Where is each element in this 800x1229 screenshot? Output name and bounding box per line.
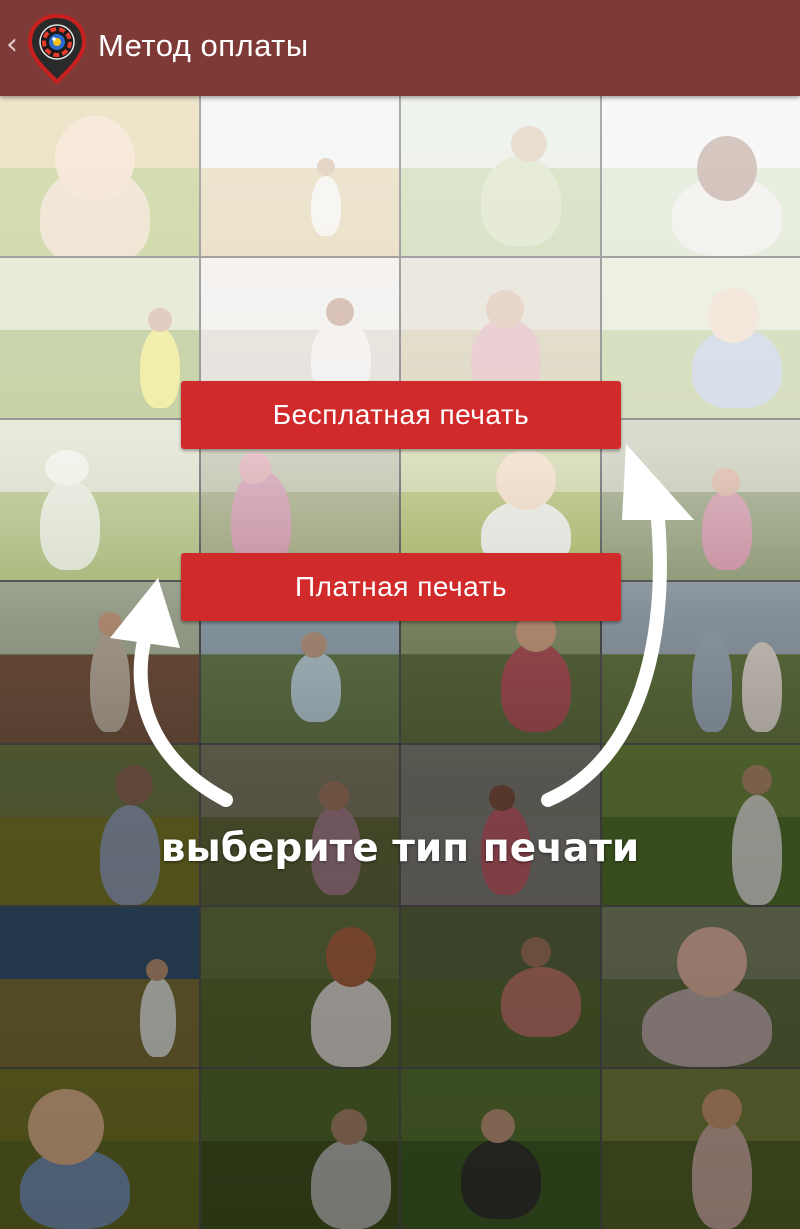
photo-collage-background: [0, 96, 800, 1229]
photo-tile: [200, 96, 399, 257]
photo-tile: [401, 1068, 600, 1229]
photo-tile: [200, 744, 399, 905]
photo-tile: [601, 906, 800, 1067]
photo-tile: [601, 1068, 800, 1229]
choose-print-type-hint: выберите тип печати: [160, 826, 640, 871]
photo-tile: [601, 582, 800, 743]
photo-tile: [601, 258, 800, 419]
photo-tile: [0, 744, 199, 905]
photo-tile: [0, 420, 199, 581]
photo-tile: [0, 258, 199, 419]
photo-tile: [200, 1068, 399, 1229]
page-title: Метод оплаты: [98, 28, 309, 63]
photo-tile: [401, 744, 600, 905]
photo-tile: [0, 96, 199, 257]
photo-tile: [200, 906, 399, 1067]
free-print-button[interactable]: Бесплатная печать: [181, 381, 621, 449]
photo-tile: [401, 906, 600, 1067]
paid-print-button[interactable]: Платная печать: [181, 553, 621, 621]
photo-tile: [0, 582, 199, 743]
photo-tile: [601, 96, 800, 257]
photo-tile: [0, 1068, 199, 1229]
camera-pin-logo-icon[interactable]: [24, 14, 90, 84]
photo-tile: [401, 96, 600, 257]
photo-tile: [601, 744, 800, 905]
back-chevron-icon[interactable]: ‹: [6, 30, 18, 60]
photo-tile: [0, 906, 199, 1067]
app-bar: ‹ Метод оплаты: [0, 0, 800, 96]
photo-tile: [601, 420, 800, 581]
